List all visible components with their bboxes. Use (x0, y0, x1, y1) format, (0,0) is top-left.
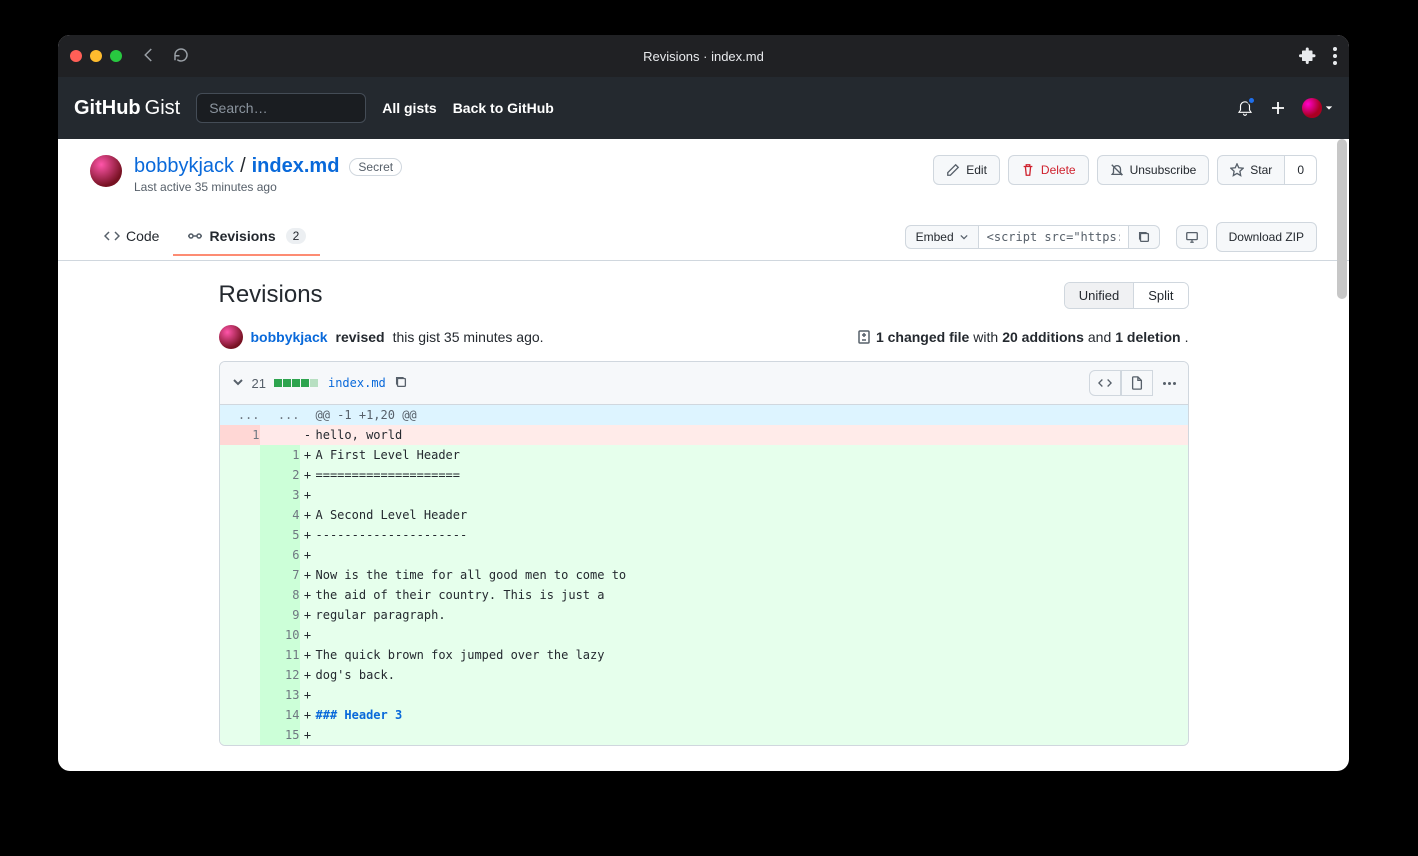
diff-line: 10+ (220, 625, 1188, 645)
diff-line: 13+ (220, 685, 1188, 705)
diff-line: 14+### Header 3 (220, 705, 1188, 725)
slash: / (240, 155, 246, 178)
source-view-button[interactable] (1089, 370, 1121, 396)
close-window-button[interactable] (70, 50, 82, 62)
copy-embed-button[interactable] (1129, 225, 1160, 249)
tab-title: Revisions · index.md (58, 49, 1349, 64)
owner-avatar[interactable] (90, 155, 122, 187)
diff-line: 12+dog's back. (220, 665, 1188, 685)
avatar (1302, 98, 1322, 118)
scrollbar[interactable] (1337, 139, 1347, 299)
gist-header: bobbykjack / index.md Secret Last active… (58, 139, 1349, 202)
file-diff-icon (856, 329, 872, 345)
github-header: GitHubGist Search… All gists Back to Git… (58, 77, 1349, 139)
back-button[interactable] (140, 46, 158, 67)
tab-code[interactable]: Code (90, 218, 173, 256)
diff-view-toggle: Unified Split (1064, 282, 1189, 309)
page-title: Revisions (219, 281, 323, 309)
maximize-window-button[interactable] (110, 50, 122, 62)
desktop-clone-button[interactable] (1176, 225, 1208, 249)
secret-badge: Secret (349, 158, 402, 176)
owner-link[interactable]: bobbykjack (134, 155, 234, 178)
browser-toolbar: Revisions · index.md (58, 35, 1349, 77)
diff-line: 1-hello, world (220, 425, 1188, 445)
embed-dropdown[interactable]: Embed (905, 225, 979, 249)
revision-user-link[interactable]: bobbykjack (251, 329, 328, 345)
tab-bar: Code Revisions 2 Embed (58, 214, 1349, 261)
tab-revisions[interactable]: Revisions 2 (173, 218, 320, 256)
diff-line: 11+The quick brown fox jumped over the l… (220, 645, 1188, 665)
page-body: bobbykjack / index.md Secret Last active… (58, 139, 1349, 771)
diff-line: 2+==================== (220, 465, 1188, 485)
gist-file-link[interactable]: index.md (252, 155, 340, 178)
diff-table: ......@@ -1 +1,20 @@1-hello, world1+A Fi… (220, 405, 1188, 745)
revision-avatar[interactable] (219, 325, 243, 349)
diff-line: 3+ (220, 485, 1188, 505)
diff-line: 15+ (220, 725, 1188, 745)
diff-line: ......@@ -1 +1,20 @@ (220, 405, 1188, 425)
reload-button[interactable] (172, 46, 190, 67)
diff-stat-blocks (274, 379, 318, 387)
create-new-button[interactable] (1270, 100, 1286, 116)
minimize-window-button[interactable] (90, 50, 102, 62)
window-controls (70, 50, 122, 62)
diff-line: 9+regular paragraph. (220, 605, 1188, 625)
nav-back-to-github[interactable]: Back to GitHub (453, 100, 554, 116)
diff-changes-count: 21 (252, 376, 266, 391)
collapse-diff-button[interactable] (232, 376, 244, 391)
github-gist-logo[interactable]: GitHubGist (74, 97, 180, 120)
diff-filename[interactable]: index.md (328, 376, 386, 390)
download-zip-button[interactable]: Download ZIP (1216, 222, 1317, 252)
diff-options-button[interactable] (1163, 382, 1176, 385)
delete-button[interactable]: Delete (1008, 155, 1089, 185)
unified-view-button[interactable]: Unified (1065, 283, 1134, 308)
split-view-button[interactable]: Split (1134, 283, 1187, 308)
diff-line: 6+ (220, 545, 1188, 565)
star-count[interactable]: 0 (1285, 155, 1317, 185)
unsubscribe-button[interactable]: Unsubscribe (1097, 155, 1210, 185)
revision-summary: bobbykjack revised this gist 35 minutes … (219, 325, 1189, 349)
copy-filename-button[interactable] (394, 375, 408, 392)
browser-menu-icon[interactable] (1333, 47, 1337, 65)
revisions-count: 2 (286, 228, 307, 244)
diff-box: 21 index.md (219, 361, 1189, 746)
extensions-icon[interactable] (1299, 46, 1317, 67)
diff-line: 7+Now is the time for all good men to co… (220, 565, 1188, 585)
diff-line: 4+A Second Level Header (220, 505, 1188, 525)
star-button[interactable]: Star (1217, 155, 1285, 185)
notifications-icon[interactable] (1236, 98, 1254, 119)
gist-last-active: Last active 35 minutes ago (134, 180, 402, 194)
diff-line: 8+the aid of their country. This is just… (220, 585, 1188, 605)
rendered-view-button[interactable] (1121, 370, 1153, 396)
browser-window: Revisions · index.md GitHubGist Search… … (58, 35, 1349, 771)
notification-dot (1247, 96, 1256, 105)
user-menu-button[interactable] (1302, 98, 1333, 118)
edit-button[interactable]: Edit (933, 155, 1000, 185)
diff-line: 1+A First Level Header (220, 445, 1188, 465)
nav-all-gists[interactable]: All gists (382, 100, 436, 116)
search-input[interactable]: Search… (196, 93, 366, 123)
diff-line: 5+--------------------- (220, 525, 1188, 545)
embed-url-input[interactable] (979, 225, 1129, 249)
